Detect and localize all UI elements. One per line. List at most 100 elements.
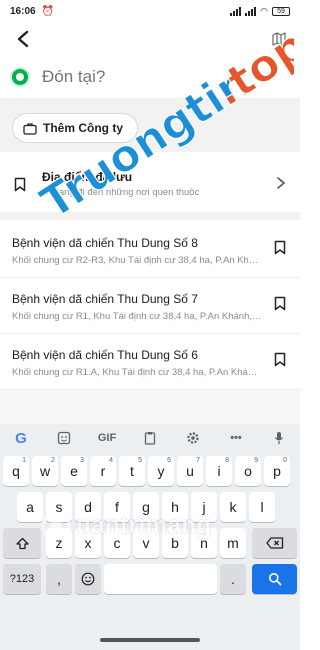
battery-level: 59 [277, 7, 285, 15]
header [0, 22, 300, 56]
key-s[interactable]: s [46, 492, 72, 522]
key-w[interactable]: w2 [32, 456, 58, 486]
gif-button[interactable]: GIF [94, 427, 120, 449]
place-address: Khối chung cư R1, Khu Tái định cư 38,4 h… [12, 311, 262, 322]
clipboard-icon[interactable] [137, 427, 163, 449]
key-hint: 7 [196, 457, 200, 464]
keyboard: G GIF ••• q1 w2 e3 r4 t5 y6 u7 i8 o9 p0 … [0, 424, 300, 630]
key-label: i [217, 463, 221, 479]
alarm-icon: ⏰ [41, 5, 55, 17]
back-button[interactable] [10, 26, 36, 52]
key-f[interactable]: f [104, 492, 130, 522]
add-work-label: Thêm Công ty [43, 121, 123, 135]
key-hint: 6 [167, 457, 171, 464]
key-label: t [130, 463, 134, 479]
search-key[interactable] [252, 564, 297, 594]
home-indicator[interactable] [100, 638, 200, 642]
key-label: r [100, 463, 106, 479]
shift-icon [15, 537, 29, 549]
signal-icon-2 [245, 6, 257, 16]
key-hint: 3 [80, 457, 84, 464]
key-y[interactable]: y6 [148, 456, 174, 486]
emoji-key[interactable] [75, 564, 101, 594]
space-key[interactable] [104, 564, 217, 594]
key-m[interactable]: m [220, 528, 246, 558]
key-label: p [273, 463, 281, 479]
key-p[interactable]: p0 [264, 456, 290, 486]
status-icons: ◠ 59 [230, 6, 290, 17]
key-z[interactable]: z [46, 528, 72, 558]
sticker-icon[interactable] [51, 427, 77, 449]
key-q[interactable]: q1 [3, 456, 29, 486]
mic-icon[interactable] [266, 427, 292, 449]
more-button[interactable]: ••• [223, 427, 249, 449]
key-label: q [12, 463, 20, 479]
place-item[interactable]: Bệnh viện dã chiến Thu Dung Số 7 Khối ch… [0, 278, 300, 334]
saved-places-row[interactable]: Địa điểm đã lưu Đi dạng đi đến những nơi… [0, 160, 300, 208]
pickup-input[interactable] [42, 67, 263, 87]
saved-places-subtitle: Đi dạng đi đến những nơi quen thuộc [42, 187, 200, 198]
keyboard-row-4: ?123 , . [0, 564, 300, 598]
section-divider [0, 212, 300, 220]
backspace-icon [265, 537, 283, 549]
key-e[interactable]: e3 [61, 456, 87, 486]
map-icon [272, 32, 286, 46]
symbols-key[interactable]: ?123 [3, 564, 41, 594]
google-icon[interactable]: G [8, 427, 34, 449]
key-r[interactable]: r4 [90, 456, 116, 486]
key-j[interactable]: j [191, 492, 217, 522]
keyboard-row-3: z x c v b n m [0, 528, 300, 562]
key-a[interactable]: a [17, 492, 43, 522]
bookmark-icon[interactable] [274, 296, 286, 311]
pickup-row [0, 58, 300, 96]
add-work-chip[interactable]: Thêm Công ty [12, 113, 138, 143]
saved-places-title: Địa điểm đã lưu [42, 170, 133, 184]
key-label: w [39, 463, 51, 479]
search-icon [268, 573, 281, 586]
key-hint: 5 [138, 457, 142, 464]
key-label: u [186, 463, 194, 479]
place-item[interactable]: Bệnh viện dã chiến Thu Dung Số 6 Khối ch… [0, 334, 300, 390]
key-l[interactable]: l [249, 492, 275, 522]
key-h[interactable]: h [162, 492, 188, 522]
key-label: e [70, 463, 78, 479]
place-item[interactable]: Bệnh viện dã chiến Thu Dung Số 8 Khối ch… [0, 222, 300, 278]
system-nav-bar [0, 630, 300, 650]
key-u[interactable]: u7 [177, 456, 203, 486]
status-bar: 16:06 ⏰ ◠ 59 [0, 0, 300, 22]
key-o[interactable]: o9 [235, 456, 261, 486]
key-d[interactable]: d [75, 492, 101, 522]
bookmark-icon [14, 177, 26, 191]
place-address: Khối chung cư R2-R3, Khu Tái định cư 38,… [12, 255, 262, 266]
key-k[interactable]: k [220, 492, 246, 522]
key-i[interactable]: i8 [206, 456, 232, 486]
key-label: y [157, 463, 165, 479]
emoji-icon [81, 572, 95, 586]
key-t[interactable]: t5 [119, 456, 145, 486]
key-g[interactable]: g [133, 492, 159, 522]
key-hint: 1 [22, 457, 26, 464]
key-hint: 9 [254, 457, 258, 464]
key-v[interactable]: v [133, 528, 159, 558]
bookmark-icon[interactable] [274, 352, 286, 367]
bookmark-icon[interactable] [274, 240, 286, 255]
backspace-key[interactable] [252, 528, 297, 558]
signal-icon [230, 6, 242, 16]
key-hint: 8 [225, 457, 229, 464]
period-key[interactable]: . [220, 564, 246, 594]
key-b[interactable]: b [162, 528, 188, 558]
battery-icon: 59 [272, 6, 290, 16]
keyboard-row-1: q1 w2 e3 r4 t5 y6 u7 i8 o9 p0 [0, 456, 300, 490]
shift-key[interactable] [3, 528, 41, 558]
map-button[interactable] [268, 28, 290, 50]
comma-key[interactable]: , [46, 564, 72, 594]
keyboard-toolbar: G GIF ••• [0, 424, 300, 452]
key-c[interactable]: c [104, 528, 130, 558]
status-time: 16:06 [10, 5, 36, 17]
key-x[interactable]: x [75, 528, 101, 558]
key-n[interactable]: n [191, 528, 217, 558]
place-address: Khối chung cư R1.A, Khu Tái định cư 38,4… [12, 367, 262, 378]
settings-icon[interactable] [180, 427, 206, 449]
key-hint: 0 [283, 457, 287, 464]
place-name: Bệnh viện dã chiến Thu Dung Số 7 [12, 292, 198, 306]
